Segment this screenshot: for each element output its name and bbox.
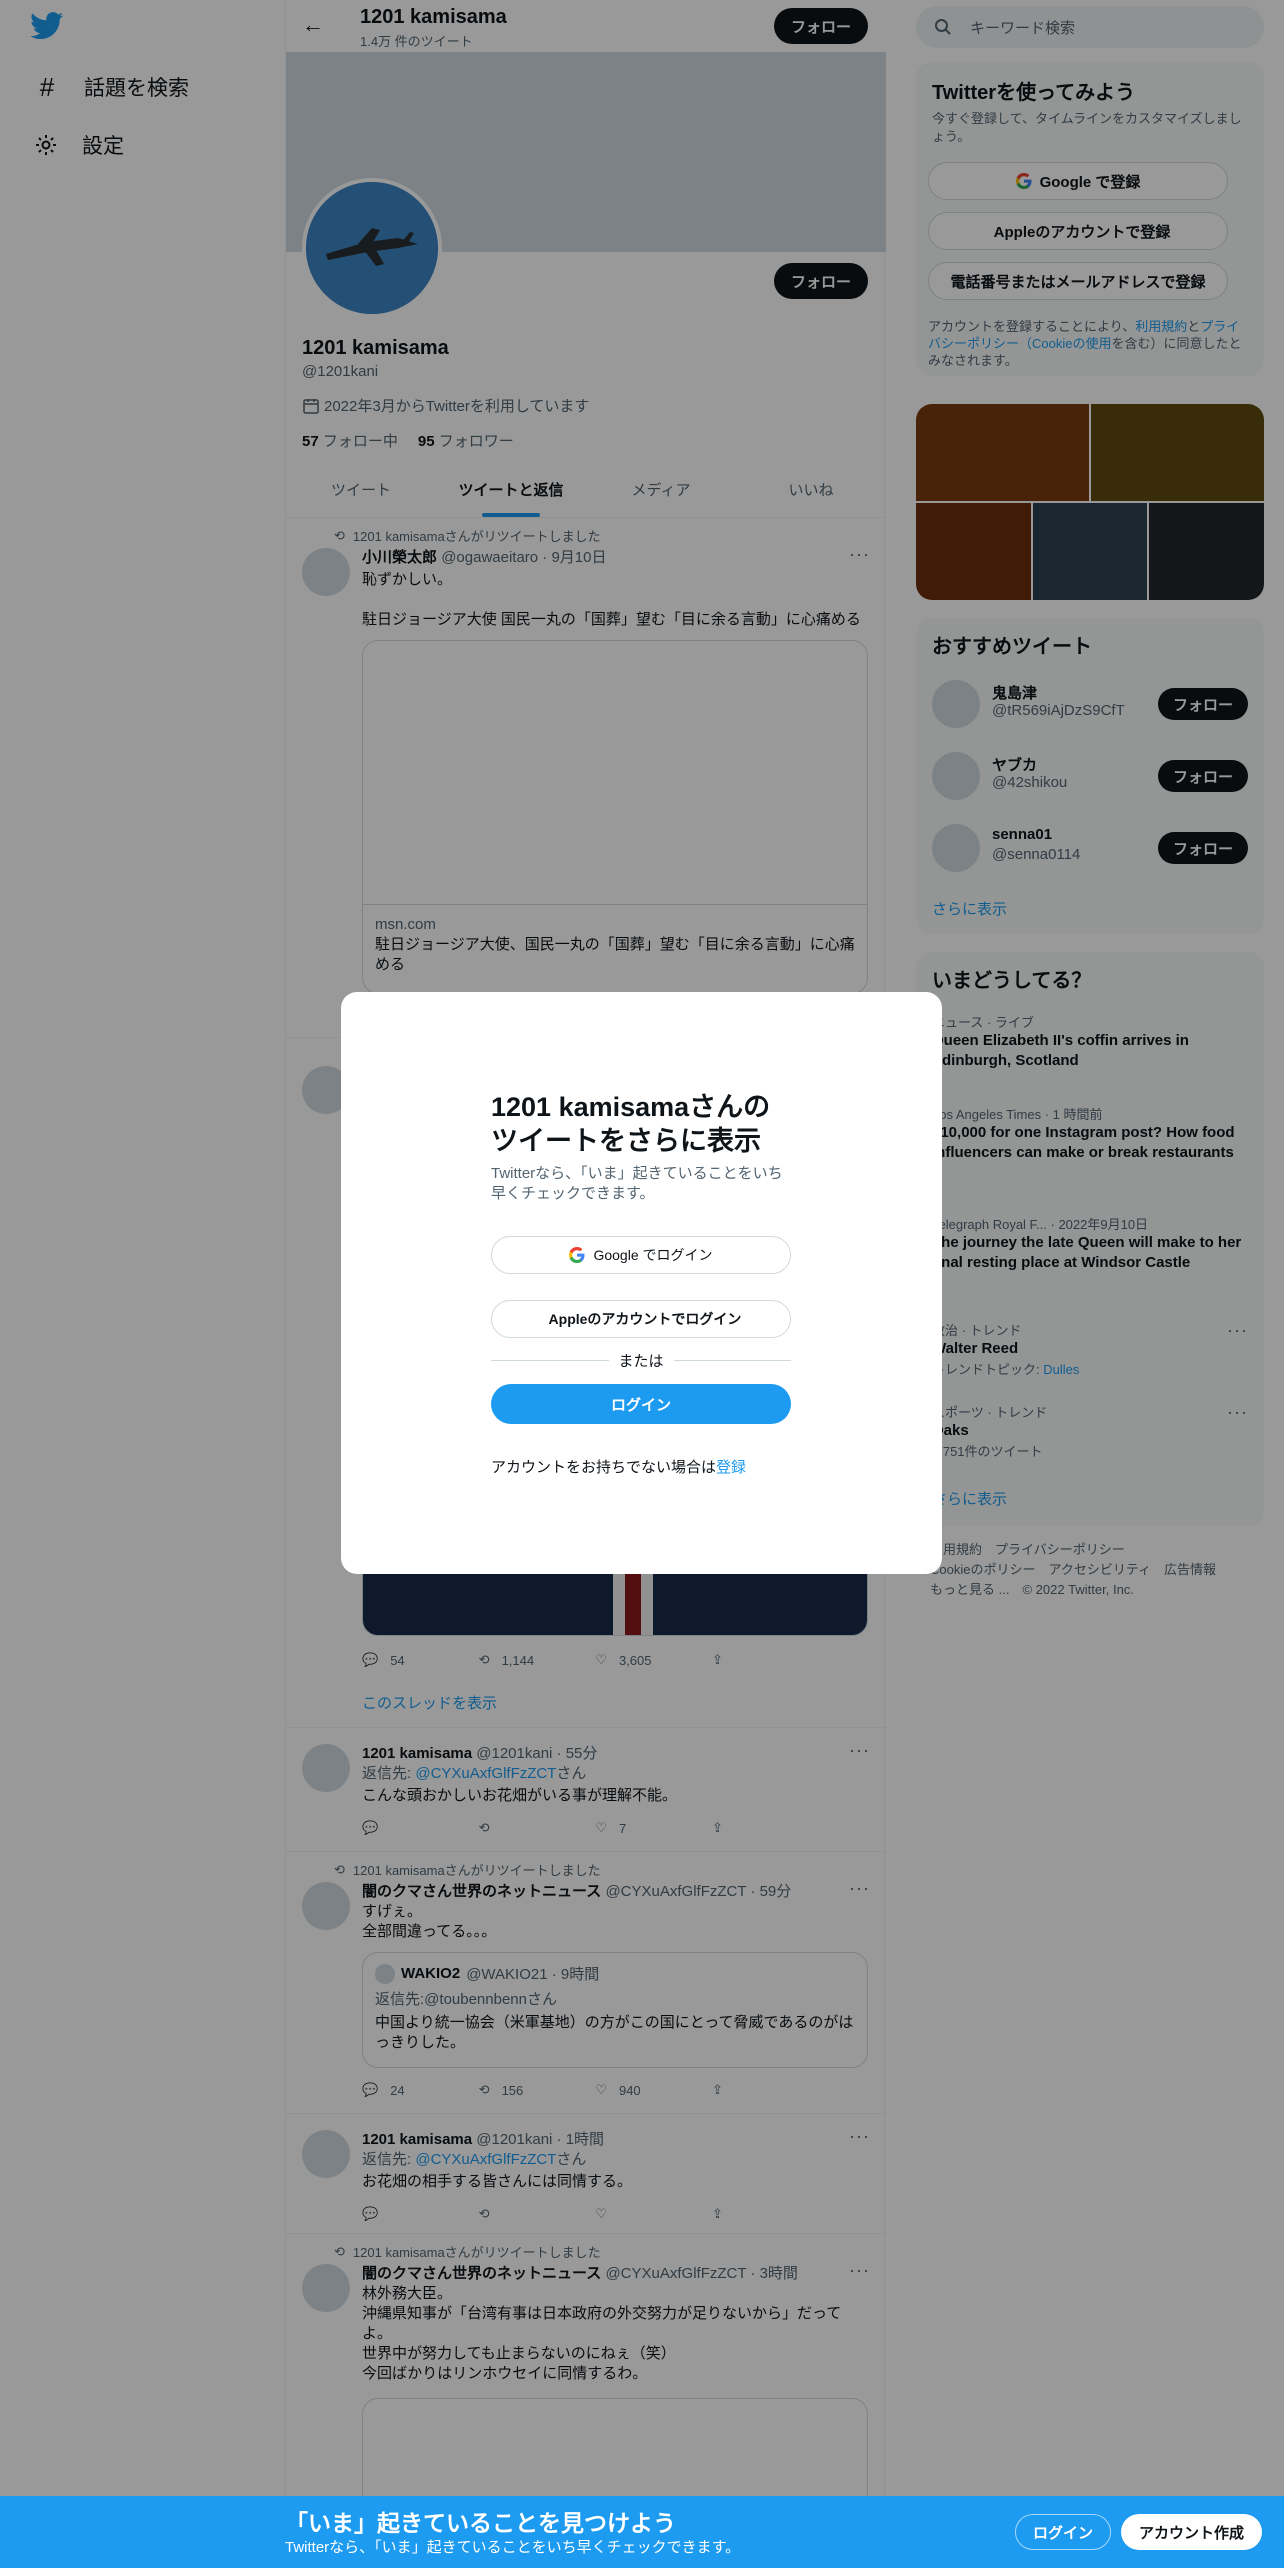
apple-login-label: Appleのアカウントでログイン <box>548 1311 742 1327</box>
modal-register: アカウントをお持ちでない場合は登録 <box>491 1456 746 1477</box>
bottom-login-button[interactable]: ログイン <box>1015 2514 1111 2550</box>
apple-login-button[interactable]: Appleのアカウントでログイン <box>491 1300 791 1338</box>
modal-divider: または <box>491 1350 792 1371</box>
modal-title: 1201 kamisamaさんのツイートをさらに表示 <box>491 1092 771 1156</box>
bottom-signup-button[interactable]: アカウント作成 <box>1121 2514 1262 2550</box>
google-login-label: Google でログイン <box>593 1247 713 1263</box>
google-icon <box>569 1247 585 1263</box>
bottom-bar-title: 「いま」起きていることを見つけよう <box>285 2510 676 2536</box>
register-link[interactable]: 登録 <box>716 1459 746 1476</box>
modal-login-button[interactable]: ログイン <box>491 1384 791 1424</box>
or-label: または <box>618 1353 664 1370</box>
register-pre: アカウントをお持ちでない場合は <box>491 1459 717 1476</box>
google-login-button[interactable]: Google でログイン <box>491 1236 791 1274</box>
bottom-bar-subtitle: Twitterなら、「いま」起きていることをいち早くチェックできます。 <box>285 2539 741 2556</box>
modal-subtitle: Twitterなら、「いま」起きていることをいち早くチェックできます。 <box>491 1165 783 1202</box>
login-modal: 1201 kamisamaさんのツイートをさらに表示 Twitterなら、「いま… <box>341 992 942 1574</box>
bottom-signup-bar: 「いま」起きていることを見つけよう Twitterなら、「いま」起きていることを… <box>0 2496 1284 2568</box>
